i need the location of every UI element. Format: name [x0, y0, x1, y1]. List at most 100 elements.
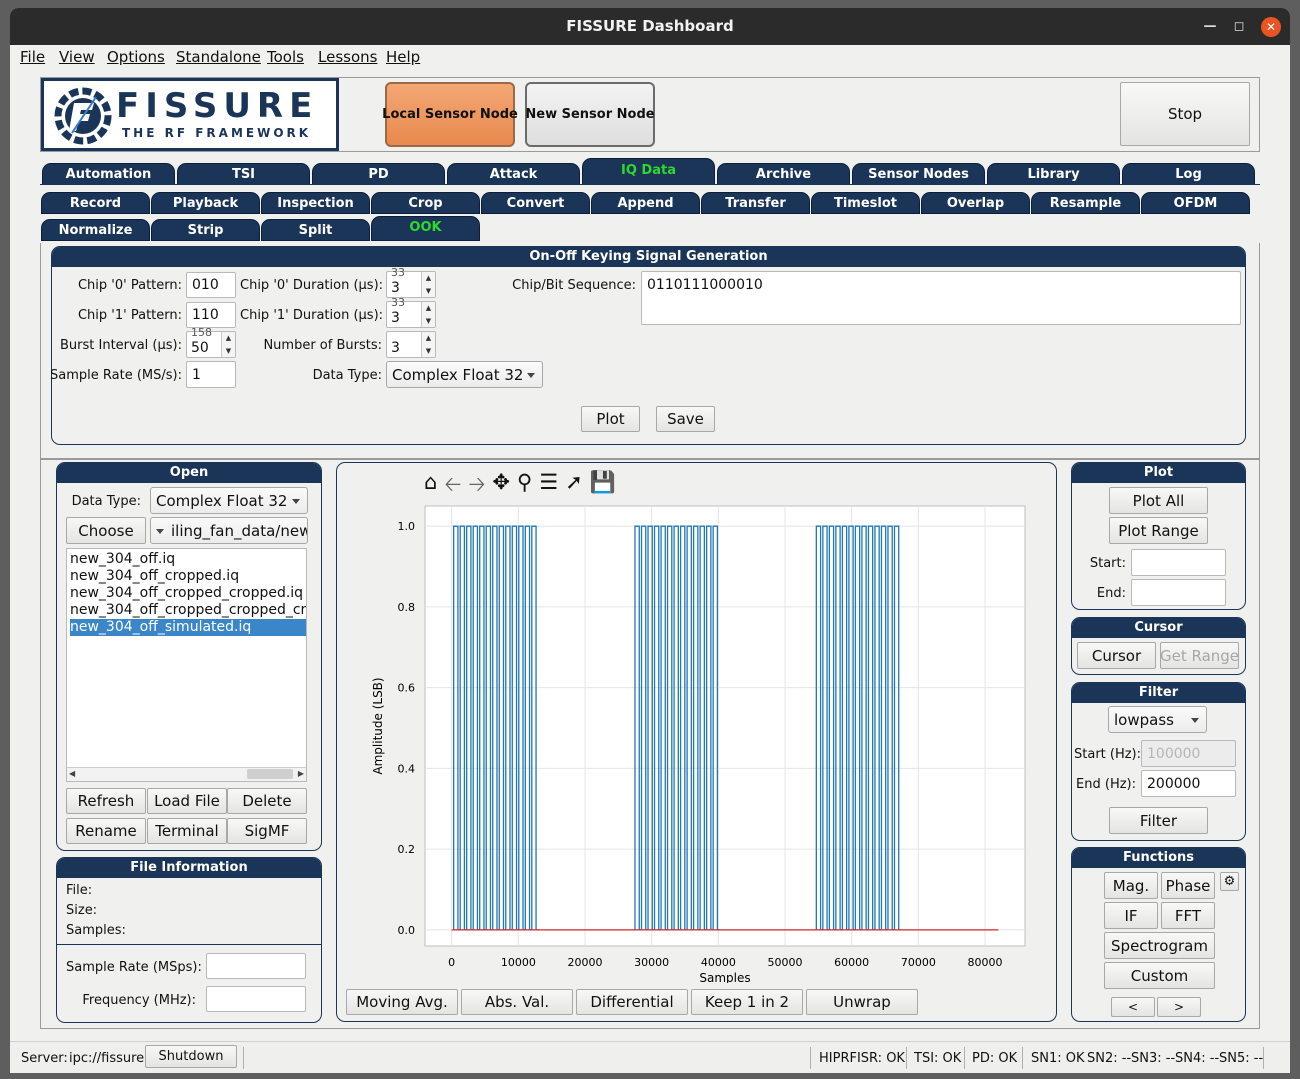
spin-down-icon[interactable]: ▼: [221, 344, 235, 357]
spin-up-icon[interactable]: ▲: [421, 272, 435, 285]
configure-subplots-icon[interactable]: ☰: [539, 470, 558, 494]
filter-type-select[interactable]: lowpass: [1108, 706, 1207, 733]
list-item[interactable]: new_304_off_cropped_cropped_cr: [70, 602, 306, 619]
list-item[interactable]: new_304_off_simulated.iq: [70, 619, 306, 636]
open-data-type-select[interactable]: Complex Float 32: [150, 487, 308, 514]
burst-interval-spinbox[interactable]: 158 50 ▲ ▼: [186, 326, 236, 358]
sequence-input[interactable]: 0110111000010: [641, 271, 1241, 325]
tab-sensor-nodes[interactable]: Sensor Nodes: [852, 163, 985, 185]
scroll-right-icon[interactable]: ▶: [298, 769, 304, 778]
abs-val-button[interactable]: Abs. Val.: [461, 989, 573, 1015]
keep-1-in-2-button[interactable]: Keep 1 in 2: [691, 989, 803, 1015]
maximize-icon[interactable]: ◻: [1229, 17, 1249, 37]
menu-help[interactable]: Help: [386, 48, 420, 66]
tab-library[interactable]: Library: [987, 163, 1120, 185]
range-end-input[interactable]: [1131, 579, 1226, 606]
tab-archive[interactable]: Archive: [717, 163, 850, 185]
subtab-resample[interactable]: Resample: [1031, 192, 1140, 214]
close-icon[interactable]: ✕: [1261, 17, 1281, 37]
subtab-overlap[interactable]: Overlap: [921, 192, 1030, 214]
subtab-strip[interactable]: Strip: [151, 219, 260, 241]
subtab-normalize[interactable]: Normalize: [41, 219, 150, 241]
ook-save-button[interactable]: Save: [656, 406, 715, 432]
get-range-button[interactable]: Get Range: [1160, 642, 1239, 669]
spin-down-icon[interactable]: ▼: [421, 284, 435, 297]
phase-button[interactable]: Phase: [1161, 872, 1215, 899]
scroll-left-icon[interactable]: ◀: [69, 769, 75, 778]
tab-tsi[interactable]: TSI: [177, 163, 310, 185]
chip1-duration-spinbox[interactable]: 33 3 ▲ ▼: [386, 296, 436, 328]
chip0-pattern-input[interactable]: 010: [186, 272, 236, 298]
spin-up-icon[interactable]: ▲: [421, 302, 435, 315]
subtab-playback[interactable]: Playback: [151, 192, 260, 214]
spin-down-icon[interactable]: ▼: [421, 314, 435, 327]
filter-end-input[interactable]: 200000: [1141, 770, 1236, 797]
bursts-spinbox[interactable]: 3 ▲ ▼: [386, 331, 436, 358]
subtab-record[interactable]: Record: [41, 192, 150, 214]
mag-button[interactable]: Mag.: [1104, 872, 1158, 899]
if-button[interactable]: IF: [1104, 902, 1158, 929]
menu-view[interactable]: View: [59, 48, 95, 66]
list-item[interactable]: new_304_off.iq: [70, 551, 306, 568]
plot-all-button[interactable]: Plot All: [1109, 487, 1208, 514]
filter-button[interactable]: Filter: [1109, 807, 1208, 834]
fft-button[interactable]: FFT: [1161, 902, 1215, 929]
ook-data-type-select[interactable]: Complex Float 32: [386, 361, 543, 388]
chip1-pattern-input[interactable]: 110: [186, 302, 236, 328]
back-arrow-icon[interactable]: 🡠: [444, 470, 461, 496]
spin-up-icon[interactable]: ▲: [221, 332, 235, 345]
list-item[interactable]: new_304_off_cropped.iq: [70, 568, 306, 585]
pan-icon[interactable]: ✥: [492, 470, 510, 494]
sigmf-button[interactable]: SigMF: [227, 818, 307, 844]
subtab-timeslot[interactable]: Timeslot: [811, 192, 920, 214]
horizontal-scrollbar[interactable]: ◀ ▶: [67, 767, 306, 781]
subtab-ook[interactable]: OOK: [371, 216, 480, 241]
chip0-duration-spinbox[interactable]: 33 3 ▲ ▼: [386, 266, 436, 298]
minimize-icon[interactable]: —: [1200, 17, 1220, 37]
rename-button[interactable]: Rename: [66, 818, 146, 844]
frequency-mhz-input[interactable]: [206, 986, 306, 1012]
spin-down-icon[interactable]: ▼: [421, 344, 435, 357]
subtab-split[interactable]: Split: [261, 219, 370, 241]
sample-rate-msps-input[interactable]: [206, 953, 306, 979]
range-start-input[interactable]: [1131, 549, 1226, 576]
iq-chart[interactable]: 0 10000 20000 30000 40000 50000 60000 70000 8000…: [350, 493, 1050, 983]
moving-avg-button[interactable]: Moving Avg.: [346, 989, 458, 1015]
menu-standalone[interactable]: Standalone: [176, 48, 261, 66]
spectrogram-button[interactable]: Spectrogram: [1104, 932, 1215, 959]
subtab-transfer[interactable]: Transfer: [701, 192, 810, 214]
tab-log[interactable]: Log: [1122, 163, 1255, 185]
home-icon[interactable]: ⌂: [424, 470, 437, 494]
ook-plot-button[interactable]: Plot: [581, 406, 640, 432]
subtab-append[interactable]: Append: [591, 192, 700, 214]
file-list[interactable]: new_304_off.iq new_304_off_cropped.iq new_…: [66, 548, 307, 782]
list-item[interactable]: new_304_off_cropped_cropped.iq: [70, 585, 306, 602]
choose-button[interactable]: Choose: [66, 517, 146, 544]
tab-iq-data[interactable]: IQ Data: [582, 158, 715, 185]
subtab-ofdm[interactable]: OFDM: [1141, 192, 1250, 214]
subtab-convert[interactable]: Convert: [481, 192, 590, 214]
menu-lessons[interactable]: Lessons: [318, 48, 377, 66]
sample-rate-input[interactable]: 1: [186, 361, 236, 388]
subtab-inspection[interactable]: Inspection: [261, 192, 370, 214]
custom-button[interactable]: Custom: [1104, 962, 1215, 989]
terminal-button[interactable]: Terminal: [147, 818, 227, 844]
folder-select[interactable]: iling_fan_data/new: [150, 517, 308, 544]
tab-pd[interactable]: PD: [312, 163, 445, 185]
load-file-button[interactable]: Load File: [147, 788, 227, 814]
subtab-crop[interactable]: Crop: [371, 192, 480, 214]
menu-file[interactable]: File: [20, 48, 45, 66]
prev-button[interactable]: <: [1111, 997, 1155, 1017]
tab-attack[interactable]: Attack: [447, 163, 580, 185]
save-figure-icon[interactable]: 💾: [590, 470, 616, 494]
unwrap-button[interactable]: Unwrap: [806, 989, 918, 1015]
menu-options[interactable]: Options: [107, 48, 165, 66]
plot-range-button[interactable]: Plot Range: [1109, 517, 1208, 544]
local-sensor-node-button[interactable]: Local Sensor Node: [382, 82, 518, 147]
scrollbar-thumb[interactable]: [247, 769, 293, 779]
refresh-button[interactable]: Refresh: [66, 788, 146, 814]
next-button[interactable]: >: [1157, 997, 1201, 1017]
cursor-button[interactable]: Cursor: [1077, 642, 1156, 669]
zoom-icon[interactable]: ⚲: [517, 470, 532, 494]
forward-arrow-icon[interactable]: 🡢: [468, 470, 485, 496]
